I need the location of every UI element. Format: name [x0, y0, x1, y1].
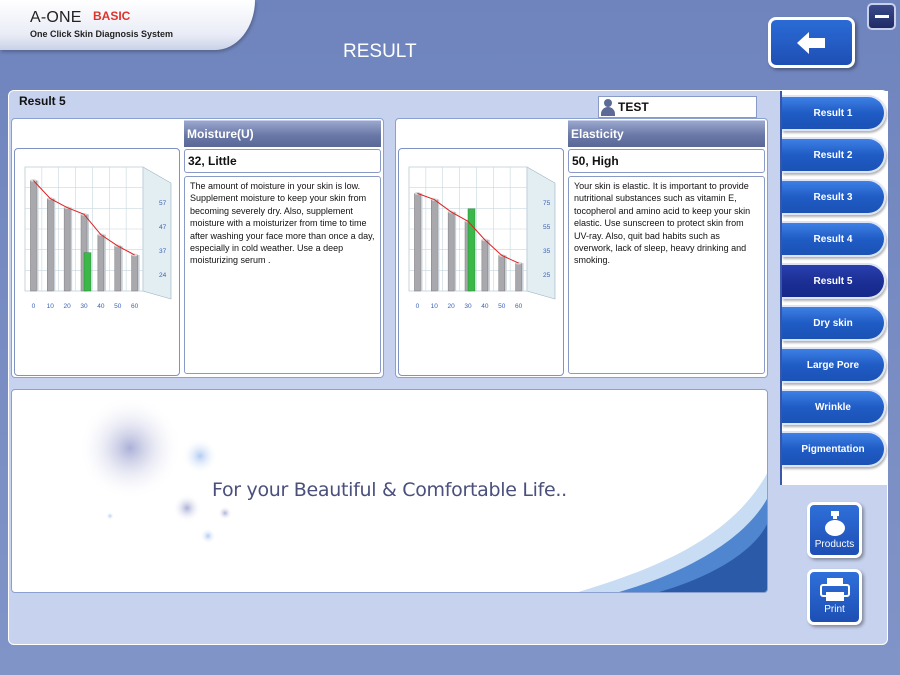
chart-bar — [47, 198, 54, 292]
user-box: TEST — [598, 96, 757, 118]
moisture-value: 32, Little — [184, 149, 381, 173]
chart-side-wall — [526, 166, 556, 300]
chart-bar — [30, 180, 37, 292]
product-bottle-icon — [824, 511, 845, 536]
chart-y-tick: 24 — [159, 272, 167, 279]
chart-x-tick: 10 — [431, 303, 439, 310]
chart-y-tick: 37 — [159, 248, 167, 255]
logo-badge: BASIC — [93, 9, 131, 23]
elasticity-header: Elasticity — [568, 120, 765, 147]
print-button[interactable]: Print — [807, 569, 862, 625]
minimize-icon — [874, 15, 889, 18]
chart-bar — [414, 193, 421, 292]
page-title: RESULT — [343, 41, 417, 62]
products-button[interactable]: Products — [807, 502, 862, 558]
main-panel: Result 5 TEST 0 10 20 30 40 50 60 57 47 37 24 Mois… — [8, 90, 888, 645]
nav-dry-skin[interactable]: Dry skin — [782, 305, 886, 341]
chart-highlight-bar — [83, 252, 92, 292]
chart-bar — [481, 239, 489, 292]
elasticity-chart: 0 10 20 30 40 50 60 75 55 35 25 — [408, 166, 556, 310]
products-label: Products — [814, 539, 855, 550]
chart-x-tick: 40 — [97, 303, 105, 310]
chart-x-tick: 60 — [131, 303, 139, 310]
nav-result-3[interactable]: Result 3 — [782, 179, 886, 215]
elasticity-card: 0 10 20 30 40 50 60 75 55 35 25 Elasticity 50, Hig… — [395, 118, 768, 378]
nav-wrinkle[interactable]: Wrinkle — [782, 389, 886, 425]
chart-x-tick: 50 — [498, 303, 506, 310]
logo-subtitle: One Click Skin Diagnosis System — [30, 29, 174, 39]
nav-result-2[interactable]: Result 2 — [782, 137, 886, 173]
banner: For your Beautiful & Comfortable Life.. — [11, 389, 768, 593]
chart-x-tick: 0 — [416, 303, 420, 310]
nav-large-pore[interactable]: Large Pore — [782, 347, 886, 383]
chart-highlight-bar — [467, 208, 476, 292]
moisture-header: Moisture(U) — [184, 120, 381, 147]
chart-bar — [63, 207, 71, 292]
logo-plate: A-ONE BASIC One Click Skin Diagnosis Sys… — [0, 0, 255, 50]
chart-x-tick: 30 — [80, 303, 88, 310]
user-icon — [601, 98, 615, 116]
print-label: Print — [824, 604, 845, 615]
logo-title: A-ONE — [30, 9, 82, 26]
chart-x-tick: 30 — [464, 303, 472, 310]
chart-x-tick: 60 — [515, 303, 523, 310]
side-nav: Result 1 Result 2 Result 3 Result 4 Resu… — [780, 91, 888, 485]
printer-icon — [819, 578, 850, 601]
arrow-left-icon — [796, 31, 825, 54]
moisture-card: 0 10 20 30 40 50 60 57 47 37 24 Moisture(U) 32, Li… — [11, 118, 384, 378]
moisture-chart: 0 10 20 30 40 50 60 57 47 37 24 — [24, 166, 172, 310]
elasticity-chart-box: 0 10 20 30 40 50 60 75 55 35 25 — [398, 148, 564, 376]
minimize-button[interactable] — [867, 3, 896, 30]
chart-y-tick: 55 — [543, 224, 551, 231]
chart-x-tick: 10 — [47, 303, 55, 310]
chart-x-tick: 20 — [448, 303, 456, 310]
moisture-description: The amount of moisture in your skin is l… — [184, 176, 381, 374]
chart-y-tick: 47 — [159, 224, 167, 231]
nav-result-1[interactable]: Result 1 — [782, 95, 886, 131]
chart-y-tick: 35 — [543, 248, 551, 255]
chart-bar — [447, 211, 455, 292]
elasticity-value: 50, High — [568, 149, 765, 173]
chart-side-wall — [142, 166, 172, 300]
nav-pigmentation[interactable]: Pigmentation — [782, 431, 886, 467]
chart-x-tick: 40 — [481, 303, 489, 310]
chart-x-tick: 0 — [32, 303, 36, 310]
elasticity-description: Your skin is elastic. It is important to… — [568, 176, 765, 374]
chart-y-tick: 75 — [543, 200, 551, 207]
moisture-chart-box: 0 10 20 30 40 50 60 57 47 37 24 — [14, 148, 180, 376]
chart-y-tick: 25 — [543, 272, 551, 279]
chart-x-tick: 20 — [64, 303, 72, 310]
chart-bar — [431, 199, 438, 292]
chart-bar — [131, 254, 138, 292]
banner-slogan: For your Beautiful & Comfortable Life.. — [212, 479, 567, 501]
user-name: TEST — [618, 100, 649, 114]
nav-result-4[interactable]: Result 4 — [782, 221, 886, 257]
chart-bar — [515, 262, 522, 292]
chart-x-tick: 50 — [114, 303, 122, 310]
chart-bar — [114, 245, 121, 292]
chart-bar — [97, 234, 105, 292]
back-button[interactable] — [768, 17, 855, 68]
chart-bar — [498, 255, 505, 292]
result-label: Result 5 — [19, 94, 66, 108]
chart-y-tick: 57 — [159, 200, 167, 207]
nav-result-5[interactable]: Result 5 — [782, 263, 886, 299]
